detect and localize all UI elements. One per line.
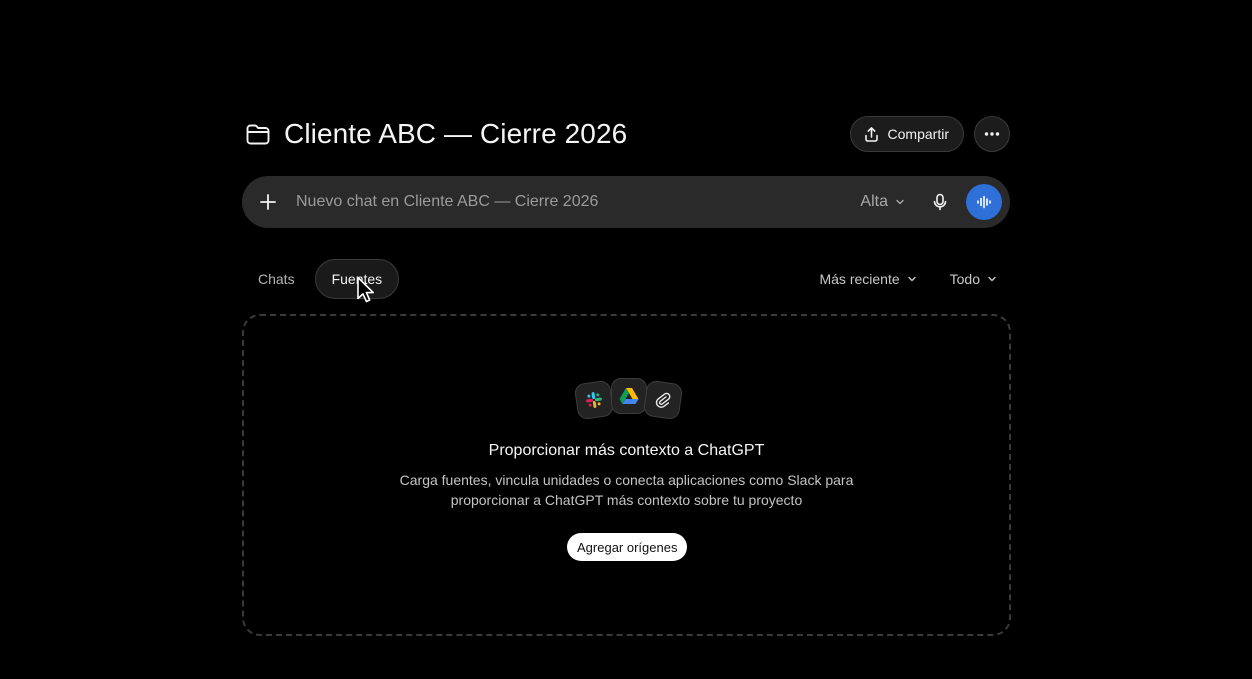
slack-icon [573,379,615,421]
google-drive-icon [611,378,647,414]
add-attachment-button[interactable] [256,190,280,214]
share-icon [863,126,880,143]
empty-state-description: Carga fuentes, vincula unidades o conect… [399,472,854,508]
share-label: Compartir [887,126,949,142]
more-horizontal-icon [983,125,1001,143]
tab-chats[interactable]: Chats [244,259,309,299]
chevron-down-icon [906,273,918,285]
folder-icon [244,120,272,148]
share-button[interactable]: Compartir [849,116,964,152]
new-chat-composer: Alta [242,176,1010,228]
sources-empty-state: Proporcionar más contexto a ChatGPT Carg… [242,314,1011,636]
dictate-button[interactable] [928,190,952,214]
connector-icons [573,378,684,421]
scope-label: Todo [949,271,980,287]
more-options-button[interactable] [974,116,1010,152]
scope-dropdown[interactable]: Todo [950,271,998,287]
add-sources-button[interactable]: Agregar orígenes [567,533,688,561]
header-actions: Compartir [849,116,1010,152]
filters: Más reciente Todo [819,271,1010,287]
chevron-down-icon [894,196,906,208]
new-chat-input[interactable] [294,192,861,212]
project-header: Cliente ABC — Cierre 2026 Compartir [244,114,1010,154]
model-selector[interactable]: Alta [860,193,906,211]
page-title: Cliente ABC — Cierre 2026 [284,118,628,149]
sort-dropdown[interactable]: Más reciente [819,271,917,287]
chevron-down-icon [986,273,998,285]
empty-state-title: Proporcionar más contexto a ChatGPT [488,442,765,459]
model-label: Alta [860,193,888,210]
tabs-row: Chats Fuentes Más reciente Todo [244,259,1010,299]
waveform-icon [977,195,991,209]
plus-icon [260,194,276,210]
tab-fuentes[interactable]: Fuentes [314,259,400,299]
paperclip-icon [642,379,684,421]
voice-mode-button[interactable] [966,184,1002,220]
title-group: Cliente ABC — Cierre 2026 [244,118,627,150]
project-page: Cliente ABC — Cierre 2026 Compartir Nuev… [0,0,1252,679]
tab-list: Chats Fuentes [244,259,400,299]
microphone-icon [933,193,947,211]
sort-label: Más reciente [819,271,900,287]
